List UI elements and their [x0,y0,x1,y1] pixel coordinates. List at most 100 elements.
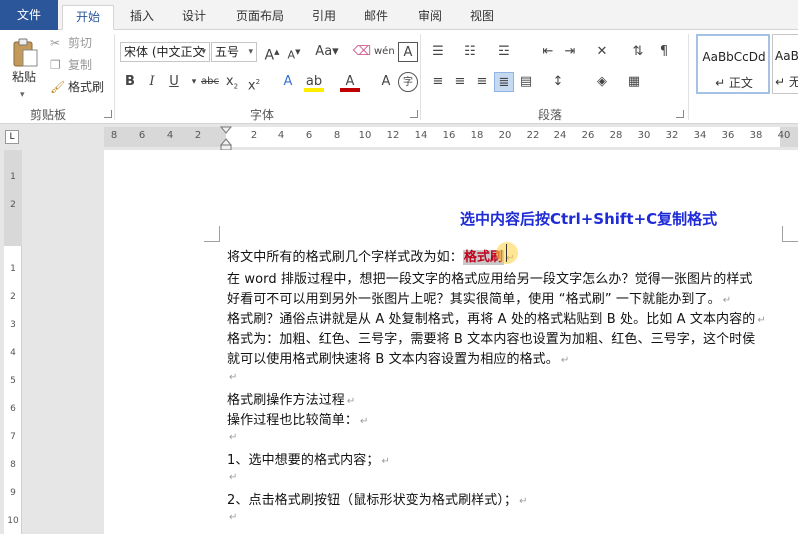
doc-line[interactable]: 好看可不可以用到另外一张图片上呢？其实很简单，使用 “格式刷” 一下就能办到了。… [227,288,731,307]
ruler-tick-label: 5 [10,376,16,386]
font-size-combo[interactable]: 五号 ▾ [211,42,257,62]
font-size-value: 五号 [215,45,240,59]
ruler-tick-label: 16 [442,130,456,141]
doc-line[interactable]: 就可以使用格式刷快速将 B 文本内容设置为相应的格式。 ↵ [227,348,569,367]
ruler-tick-label: 7 [10,432,16,442]
format-painter-icon[interactable]: 🖌 [50,78,65,96]
doc-line[interactable]: 2、点击格式刷按钮（鼠标形状变为格式刷样式）； ↵ [227,489,528,508]
phonetic-guide-icon[interactable]: wén [374,42,395,62]
doc-line[interactable]: 操作过程也比较简单： ↵ [227,409,369,428]
horizontal-ruler-area: L 8 6 4 2 2 4 6 8 10 12 14 16 18 20 22 24 26 28 30 32 34 36 38… [0,125,798,151]
numbering-icon[interactable]: ☷ [460,42,480,62]
style-normal[interactable]: AaBbCcDd ↵ 正文 [696,34,770,94]
text-effects-icon[interactable]: A [278,72,298,92]
indent-marker-icon[interactable] [219,125,233,151]
tab-file[interactable]: 文件 [0,0,58,30]
ruler-tick-label: 8 [333,130,341,141]
character-border-icon[interactable]: A [398,42,418,62]
increase-indent-icon[interactable]: ⇥ [560,42,580,62]
tab-selector-button[interactable]: L [5,130,19,144]
style-normal-name: ↵ 正文 [715,76,753,90]
tab-home[interactable]: 开始 [62,5,114,30]
paste-button[interactable]: 粘贴 [12,68,36,86]
tab-review[interactable]: 审阅 [408,5,452,30]
font-launcher-icon[interactable] [410,110,418,118]
paragraph-mark-icon: ↵ [519,496,528,507]
vertical-ruler[interactable]: 1 2 1 2 3 4 5 6 7 8 9 10 [4,150,22,534]
ruler-tick-label: 6 [10,404,16,414]
doc-line[interactable]: ↵ [227,469,237,484]
ruler-tick-label: 18 [470,130,484,141]
ruler-tick-label: 2 [10,292,16,302]
doc-line[interactable]: 1、选中想要的格式内容； ↵ [227,449,390,468]
doc-line-text: 格式刷操作方法过程 [227,393,345,408]
doc-line[interactable]: ↵ [227,509,237,524]
line-spacing-icon[interactable]: ↕ [548,72,568,92]
decrease-indent-icon[interactable]: ⇤ [538,42,558,62]
horizontal-ruler[interactable]: 8 6 4 2 2 4 6 8 10 12 14 16 18 20 22 24 26 28 30 32 34 36 38 40 [104,127,798,147]
ruler-tick-label: 40 [777,130,791,141]
highlight-color-icon[interactable]: ab [304,72,324,92]
paste-dropdown-icon[interactable]: ▾ [20,86,25,104]
crop-mark [204,226,220,242]
doc-line-text: 将文中所有的格式刷几个字样式改为如： [227,250,463,265]
bullets-icon[interactable]: ☰ [428,42,448,62]
show-marks-icon[interactable]: ¶ [654,42,674,62]
copy-icon[interactable]: ❐ [50,56,61,74]
borders-icon[interactable]: ▦ [624,72,644,92]
subscript-icon[interactable]: x2 [222,72,242,92]
align-right-icon[interactable]: ≡ [472,72,492,92]
clipboard-launcher-icon[interactable] [104,110,112,118]
grow-font-icon[interactable]: A▲ [262,42,282,64]
bold-icon[interactable]: B [120,72,140,92]
tab-view[interactable]: 视图 [460,5,504,30]
align-center-icon[interactable]: ≡ [450,72,470,92]
shrink-font-icon[interactable]: A▼ [284,42,304,62]
align-left-icon[interactable]: ≡ [428,72,448,92]
doc-line[interactable]: 格式刷操作方法过程 ↵ [227,389,355,408]
ruler-tick-label: 1 [10,264,16,274]
format-painter-button[interactable]: 格式刷 [68,78,104,96]
doc-line[interactable]: 格式为：加粗、红色、三号字，需要将 B 文本内容也设置为加粗、红色、三号字，这个… [227,328,755,347]
chinese-layout-icon[interactable]: ✕ [592,42,612,62]
cursor-highlight [496,242,518,264]
cut-button[interactable]: 剪切 [68,34,92,52]
doc-line[interactable]: 在 word 排版过程中，想把一段文字的格式应用给另一段文字怎么办？觉得一张图片… [227,268,753,287]
paste-icon[interactable] [8,36,42,70]
copy-button[interactable]: 复制 [68,56,92,74]
italic-icon[interactable]: I [142,72,162,92]
doc-line[interactable]: 将文中所有的格式刷几个字样式改为如：格式刷↵ [227,246,515,265]
distributed-icon[interactable]: ▤ [516,72,536,92]
tab-page-layout[interactable]: 页面布局 [226,5,294,30]
clear-formatting-icon[interactable]: ⌫ [352,42,372,62]
doc-line[interactable]: 格式刷？通俗点讲就是从 A 处复制格式，再将 A 处的格式粘贴到 B 处。比如 … [227,308,766,327]
tab-references[interactable]: 引用 [302,5,346,30]
top-margin-shade [4,150,22,246]
scissors-icon[interactable]: ✂ [50,34,60,52]
sort-icon[interactable]: ⇅ [628,42,648,62]
font-color-icon[interactable]: A [340,72,360,92]
enclose-characters-icon[interactable]: 字 [398,72,418,92]
paragraph-mark-icon: ↵ [229,512,238,523]
ruler-tick-label: 6 [138,130,146,141]
doc-line[interactable]: ↵ [227,369,237,384]
tab-mailings[interactable]: 邮件 [354,5,398,30]
underline-icon[interactable]: U [164,72,184,92]
style-no-spacing[interactable]: AaBbC ↵ 无 [772,34,798,94]
style-no-spacing-sample: AaBbC [775,49,798,63]
justify-icon[interactable]: ≣ [494,72,514,92]
superscript-icon[interactable]: x2 [244,72,264,93]
change-case-icon[interactable]: Aa▾ [312,42,342,62]
paragraph-mark-icon: ↵ [229,432,238,443]
strikethrough-icon[interactable]: abc [200,72,220,92]
tab-design[interactable]: 设计 [172,5,216,30]
ruler-tick-label: 9 [10,488,16,498]
shading-icon[interactable]: ◈ [592,72,612,92]
paragraph-launcher-icon[interactable] [676,110,684,118]
character-shading-icon[interactable]: A [376,72,396,92]
doc-line[interactable]: ↵ [227,429,237,444]
tab-insert[interactable]: 插入 [120,5,164,30]
multilevel-list-icon[interactable]: ☲ [494,42,514,62]
font-name-combo[interactable]: 宋体 (中文正文 ▾ [120,42,210,62]
paragraph-group-label: 段落 [538,108,563,122]
